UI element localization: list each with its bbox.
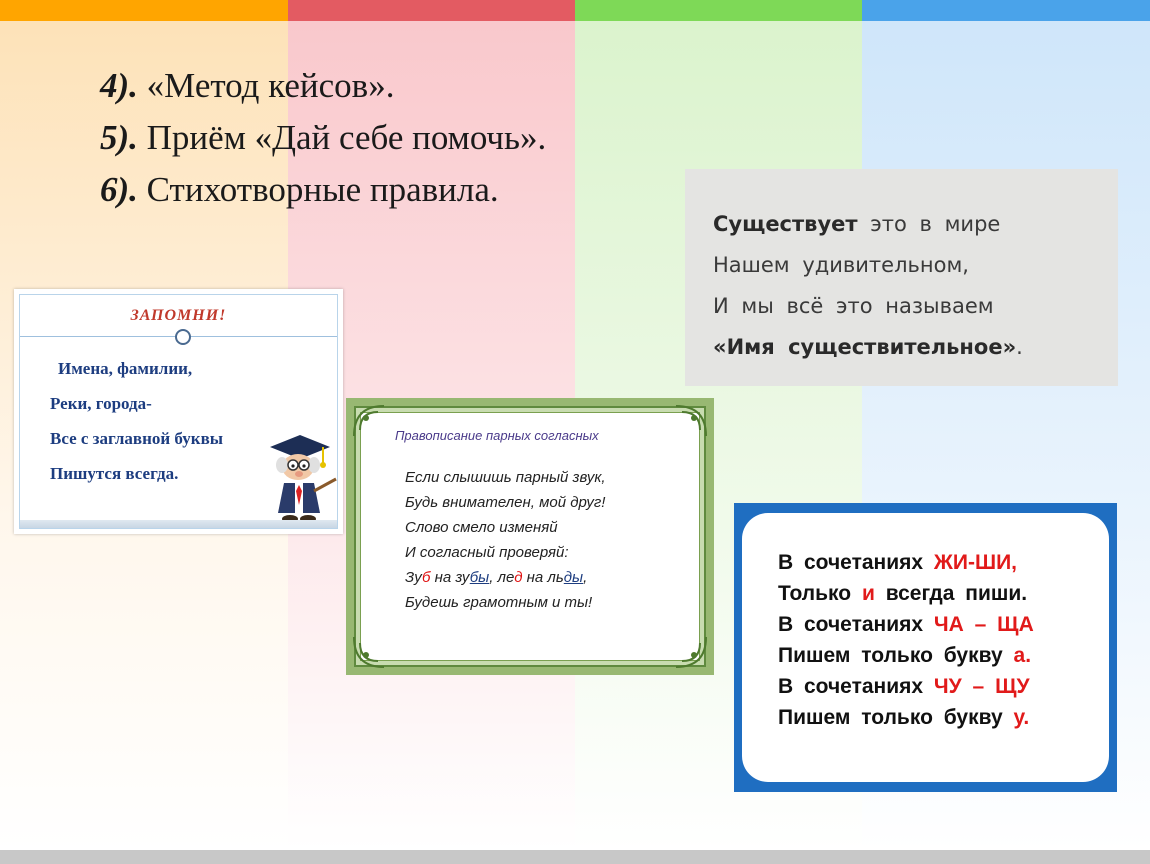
bottom-bar (0, 850, 1150, 864)
top-bar-blue (862, 0, 1150, 21)
corner-ornament-icon (675, 636, 707, 668)
top-bar-orange (0, 0, 288, 21)
corner-ornament-icon (353, 636, 385, 668)
corner-ornament-icon (353, 405, 385, 437)
ring-icon (175, 329, 191, 345)
remember-card-inner: ЗАПОМНИ! Имена, фамилии, Реки, города- В… (19, 294, 338, 529)
zhi-shi-card-inner: В сочетаниях ЖИ-ШИ, Только и всегда пиши… (742, 513, 1109, 782)
zhi-shi-poem: В сочетаниях ЖИ-ШИ, Только и всегда пиши… (778, 551, 1034, 729)
zhi-shi-card: В сочетаниях ЖИ-ШИ, Только и всегда пиши… (734, 503, 1117, 792)
consonants-card-content: Правописание парных согласных Если слыши… (360, 412, 700, 661)
consonants-title: Правописание парных согласных (395, 428, 599, 443)
remember-lines: Имена, фамилии, Реки, города- Все с загл… (50, 359, 224, 483)
noun-card: Существует это в мире Нашем удивительном… (685, 169, 1118, 386)
top-bar-red (288, 0, 575, 21)
remember-card: ЗАПОМНИ! Имена, фамилии, Реки, города- В… (14, 289, 343, 534)
consonants-poem: Если слышишь парный звук, Будь внимателе… (405, 469, 606, 611)
method-list: 4). «Метод кейсов». 5). Приём «Дай себе … (100, 60, 546, 216)
card-footer-shade (20, 520, 337, 528)
consonants-card: Правописание парных согласных Если слыши… (346, 398, 714, 675)
list-item: 4). «Метод кейсов». (100, 66, 395, 105)
corner-ornament-icon (675, 405, 707, 437)
list-item: 6). Стихотворные правила. (100, 170, 499, 209)
noun-poem: Существует это в мире Нашем удивительном… (713, 212, 1023, 359)
professor-icon (270, 435, 337, 523)
top-bar-green (575, 0, 862, 21)
list-item: 5). Приём «Дай себе помочь». (100, 118, 547, 157)
remember-title: ЗАПОМНИ! (130, 307, 227, 324)
